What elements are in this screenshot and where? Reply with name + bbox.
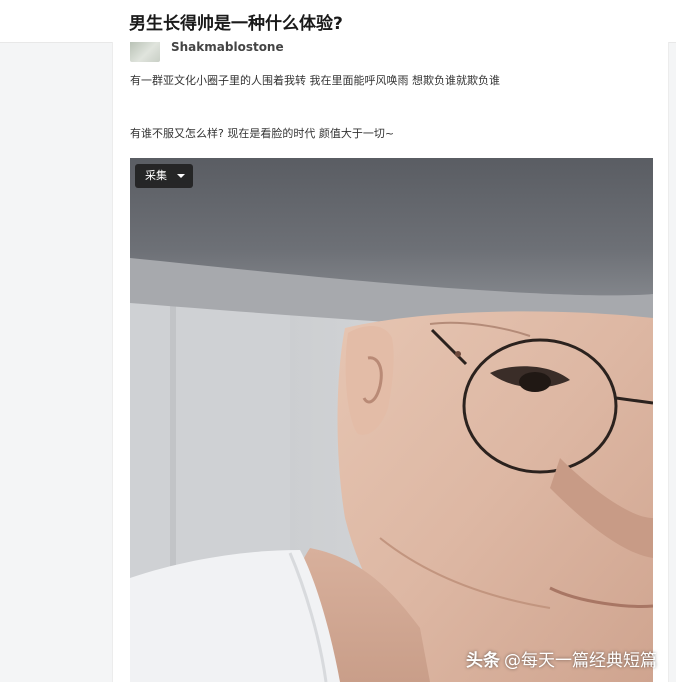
- answer-paragraph: 有一群亚文化小圈子里的人围着我转 我在里面能呼风唤雨 想欺负谁就欺负谁: [130, 74, 500, 87]
- page: 男生长得帅是一种什么体验? Shakmablostone 有一群亚文化小圈子里的…: [0, 0, 676, 682]
- question-title[interactable]: 男生长得帅是一种什么体验?: [129, 9, 343, 34]
- answer-photo: [130, 158, 653, 682]
- watermark-brand: 头条: [466, 651, 500, 671]
- collect-button-label: 采集: [145, 169, 167, 182]
- watermark: 头条 @每天一篇经典短篇: [466, 646, 657, 671]
- title-bar: 男生长得帅是一种什么体验?: [0, 0, 676, 43]
- avatar[interactable]: [130, 42, 160, 62]
- chevron-down-icon: [177, 174, 185, 178]
- author-name[interactable]: Shakmablostone: [171, 40, 284, 54]
- collect-button[interactable]: 采集: [135, 164, 193, 188]
- watermark-account: @每天一篇经典短篇: [504, 651, 657, 671]
- answer-paragraph: 有谁不服又怎么样? 现在是看脸的时代 颜值大于一切~: [130, 127, 395, 140]
